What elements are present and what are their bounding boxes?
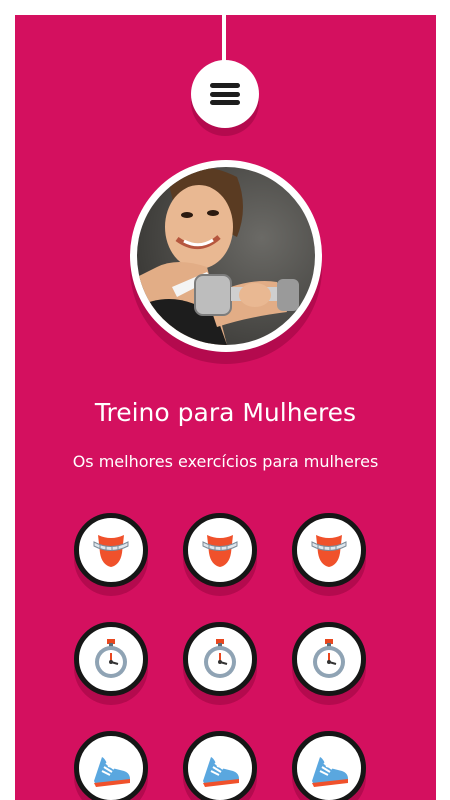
category-button-waist-3[interactable]	[292, 513, 366, 587]
category-button-stopwatch-3[interactable]	[292, 622, 366, 696]
category-button-sneaker-2[interactable]	[183, 731, 257, 800]
menu-button[interactable]	[191, 60, 259, 128]
sneaker-icon	[312, 757, 348, 787]
app-title: Treino para Mulheres	[94, 398, 357, 427]
sneaker-icon	[94, 757, 130, 787]
sneaker-icon	[203, 757, 239, 787]
category-button-stopwatch-2[interactable]	[183, 622, 257, 696]
category-button-stopwatch-1[interactable]	[74, 622, 148, 696]
app-subtitle: Os melhores exercícios para mulheres	[72, 452, 379, 471]
waist-measure-icon	[311, 535, 347, 567]
woman-lifting-dumbbell-photo	[137, 167, 315, 345]
profile-avatar	[130, 160, 322, 352]
category-button-sneaker-3[interactable]	[292, 731, 366, 800]
stopwatch-icon	[204, 639, 236, 678]
stopwatch-icon	[313, 639, 345, 678]
category-button-waist-2[interactable]	[183, 513, 257, 587]
waist-measure-icon	[202, 535, 238, 567]
hamburger-menu-icon	[210, 83, 240, 105]
waist-measure-icon	[93, 535, 129, 567]
category-button-sneaker-1[interactable]	[74, 731, 148, 800]
category-button-waist-1[interactable]	[74, 513, 148, 587]
app-screen: Treino para Mulheres Os melhores exercíc…	[15, 15, 436, 800]
stopwatch-icon	[95, 639, 127, 678]
